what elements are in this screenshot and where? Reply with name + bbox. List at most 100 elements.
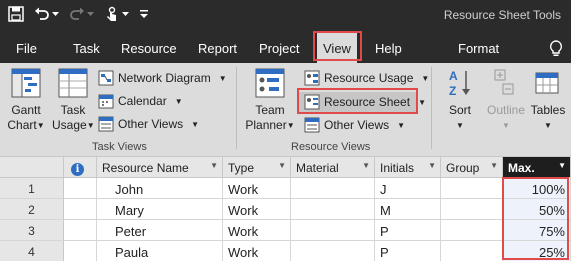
initials-cell[interactable]: P (375, 241, 441, 261)
resource-sheet-button[interactable]: Resource Sheet ▼ (304, 92, 426, 112)
calendar-button[interactable]: Calendar ▼ (98, 91, 183, 111)
chevron-down-icon (122, 11, 129, 16)
table-row[interactable]: 4 Paula Work P 25% (0, 241, 571, 261)
resource-name-cell[interactable]: Mary (97, 199, 223, 220)
chevron-down-icon: ▼ (421, 73, 430, 83)
group-divider (236, 67, 237, 149)
undo-button[interactable] (34, 6, 59, 22)
initials-cell[interactable]: J (375, 178, 441, 199)
touch-mode-button[interactable] (104, 6, 129, 22)
indicator-cell[interactable] (64, 199, 97, 220)
outline-icon (494, 69, 514, 95)
column-header-group[interactable]: Group ▼ (441, 157, 503, 178)
material-cell[interactable] (291, 220, 375, 241)
row-number[interactable]: 1 (0, 178, 64, 199)
chevron-down-icon: ▼ (174, 96, 183, 106)
task-other-views-button[interactable]: Other Views ▼ (98, 114, 199, 134)
column-header-label: Max. (508, 161, 535, 175)
row-number[interactable]: 4 (0, 241, 64, 261)
resource-views-group-label: Resource Views (291, 141, 371, 153)
type-cell[interactable]: Work (223, 220, 291, 241)
network-diagram-icon (98, 70, 114, 86)
quick-access-toolbar (8, 6, 149, 22)
team-planner-button[interactable]: Team Planner▼ (244, 67, 296, 133)
row-number[interactable]: 3 (0, 220, 64, 241)
resource-name-cell[interactable]: Peter (97, 220, 223, 241)
contextual-tools-title: Resource Sheet Tools (443, 8, 561, 22)
indicator-cell[interactable] (64, 241, 97, 261)
table-row[interactable]: 2 Mary Work M 50% (0, 199, 571, 220)
material-cell[interactable] (291, 241, 375, 261)
resource-name-cell[interactable]: John (97, 178, 223, 199)
tab-project[interactable]: Project (259, 41, 299, 56)
resource-usage-button[interactable]: Resource Usage ▼ (304, 68, 429, 88)
tables-button[interactable]: Tables ▼ (528, 67, 568, 133)
resource-usage-icon (304, 70, 320, 86)
save-icon[interactable] (8, 6, 24, 22)
resource-name-cell[interactable]: Paula (97, 241, 223, 261)
type-cell[interactable]: Work (223, 199, 291, 220)
indicators-column-header[interactable]: i (64, 157, 97, 178)
chevron-down-icon[interactable]: ▼ (362, 161, 370, 170)
column-header-label: Type (228, 161, 255, 175)
indicator-cell[interactable] (64, 178, 97, 199)
chevron-down-icon: ▼ (544, 121, 552, 130)
group-cell[interactable] (441, 199, 503, 220)
lightbulb-icon[interactable] (549, 40, 563, 58)
resource-other-views-button[interactable]: Other Views ▼ (304, 115, 405, 135)
type-cell[interactable]: Work (223, 241, 291, 261)
redo-button[interactable] (69, 6, 94, 22)
chevron-down-icon (52, 11, 59, 16)
type-cell[interactable]: Work (223, 178, 291, 199)
ribbon-view: Gantt Chart▼ Task Usage▼ Network Diagram… (0, 63, 571, 157)
tab-help[interactable]: Help (375, 41, 402, 56)
team-planner-label-line2: Planner (245, 118, 287, 132)
column-header-initials[interactable]: Initials ▼ (375, 157, 441, 178)
outline-button[interactable]: Outline ▼ (482, 67, 530, 133)
column-header-material[interactable]: Material ▼ (291, 157, 375, 178)
sort-button[interactable]: AZ Sort ▼ (440, 67, 480, 133)
chevron-down-icon[interactable]: ▼ (428, 161, 436, 170)
gantt-chart-label-line1: Gantt (11, 103, 41, 117)
column-header-max-units[interactable]: Max. ▼ (503, 157, 571, 178)
chevron-down-icon[interactable]: ▼ (558, 161, 566, 170)
select-all-corner[interactable] (0, 157, 64, 178)
tab-report[interactable]: Report (198, 41, 237, 56)
initials-cell[interactable]: P (375, 220, 441, 241)
chevron-down-icon[interactable]: ▼ (490, 161, 498, 170)
tab-format[interactable]: Format (458, 41, 499, 56)
group-cell[interactable] (441, 220, 503, 241)
outline-label: Outline (486, 103, 526, 117)
calendar-icon (98, 94, 114, 109)
max-units-highlight (502, 177, 569, 260)
chevron-down-icon[interactable]: ▼ (210, 161, 218, 170)
network-diagram-button[interactable]: Network Diagram ▼ (98, 68, 227, 88)
material-cell[interactable] (291, 199, 375, 220)
initials-cell[interactable]: M (375, 199, 441, 220)
tab-task[interactable]: Task (73, 41, 100, 56)
group-cell[interactable] (441, 178, 503, 199)
group-cell[interactable] (441, 241, 503, 261)
gantt-chart-button[interactable]: Gantt Chart▼ (4, 67, 48, 133)
other-views-icon (304, 117, 320, 133)
ribbon-tab-bar: File Task Resource Report Project View H… (0, 33, 571, 63)
chevron-down-icon[interactable]: ▼ (278, 161, 286, 170)
task-usage-button[interactable]: Task Usage▼ (52, 67, 95, 133)
table-row[interactable]: 3 Peter Work P 75% (0, 220, 571, 241)
column-header-type[interactable]: Type ▼ (223, 157, 291, 178)
tab-resource[interactable]: Resource (121, 41, 177, 56)
other-views-icon (98, 116, 114, 132)
sort-label: Sort (448, 103, 471, 117)
table-row[interactable]: 1 John Work J 100% (0, 178, 571, 199)
row-number[interactable]: 2 (0, 199, 64, 220)
indicator-cell[interactable] (64, 220, 97, 241)
material-cell[interactable] (291, 178, 375, 199)
calendar-label: Calendar (118, 94, 167, 108)
svg-text:Z: Z (449, 84, 456, 98)
customize-toolbar-icon[interactable] (139, 9, 149, 19)
gantt-chart-label-line2: Chart (7, 118, 37, 132)
chevron-down-icon: ▼ (218, 73, 227, 83)
tab-file[interactable]: File (16, 41, 37, 56)
column-header-resource-name[interactable]: Resource Name ▼ (97, 157, 223, 178)
task-views-group-label: Task Views (92, 141, 147, 153)
